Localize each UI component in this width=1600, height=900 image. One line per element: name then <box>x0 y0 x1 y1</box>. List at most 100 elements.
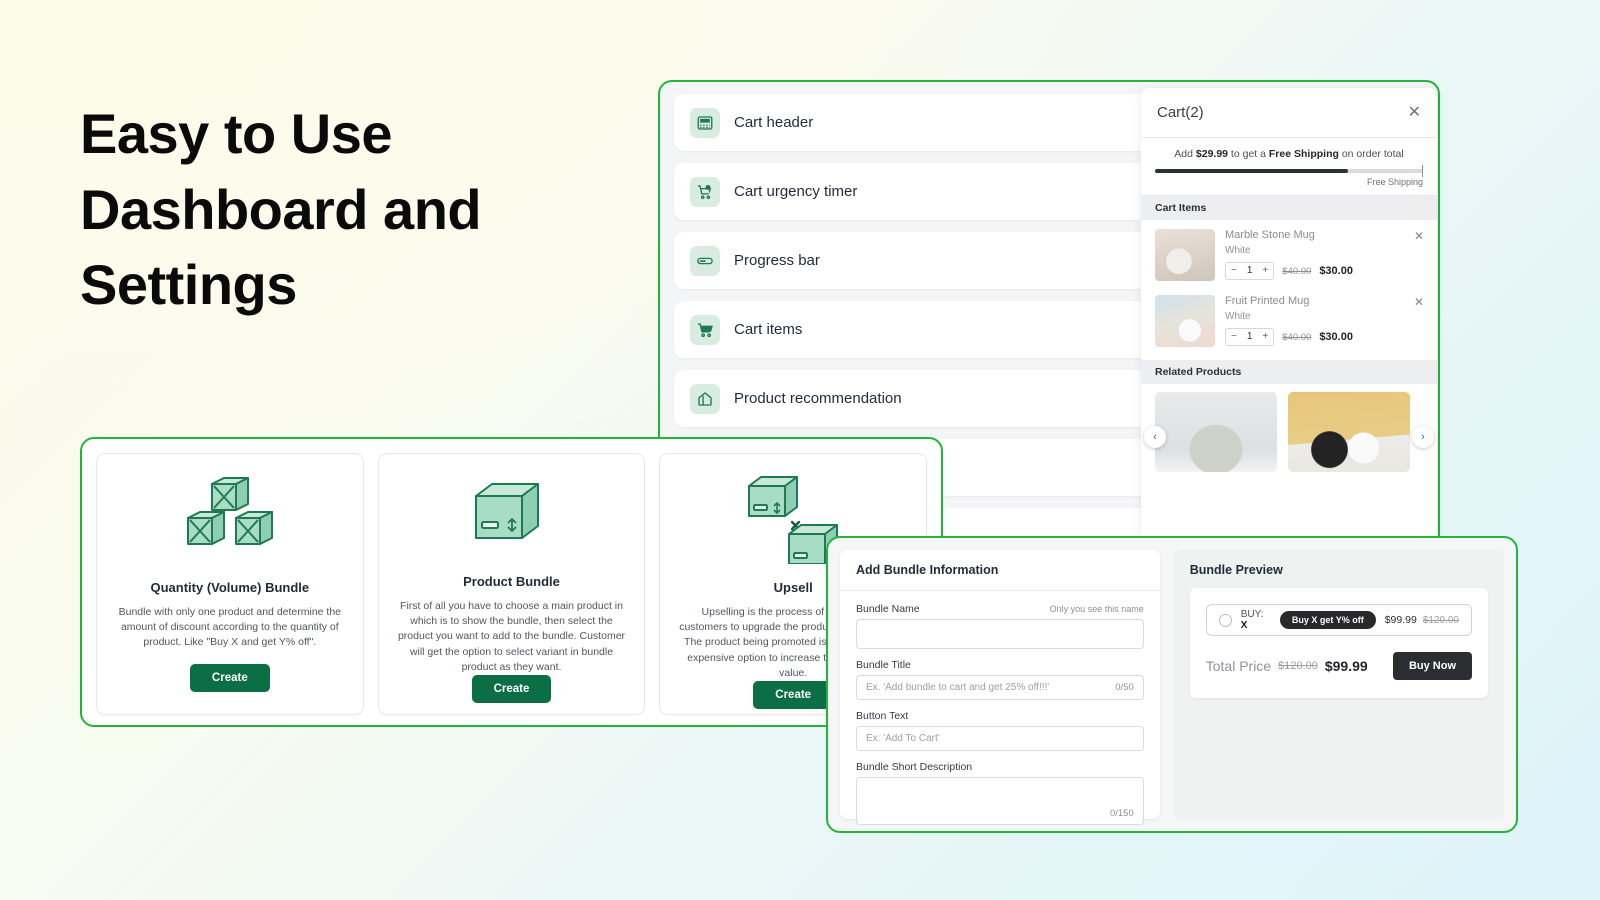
product-name: Fruit Printed Mug <box>1225 295 1310 307</box>
bundle-panel-columns: Add Bundle Information Bundle Name Only … <box>840 550 1504 825</box>
cart-item-body: Fruit Printed Mug White − 1 + $40.00 $30… <box>1225 295 1423 347</box>
bundle-preview-widget: BUY: X Buy X get Y% off $99.99 $120.00 T… <box>1189 588 1488 698</box>
add-bundle-information-card: Add Bundle Information Bundle Name Only … <box>840 550 1160 825</box>
bundle-short-description-textarea[interactable]: 0/150 <box>856 777 1144 825</box>
progress-bar-icon <box>690 245 720 276</box>
cart-items-header: Cart Items <box>1141 196 1437 220</box>
cart-header-icon <box>690 107 720 138</box>
buy-now-button[interactable]: Buy Now <box>1392 652 1472 680</box>
bundle-title-input[interactable]: Ex. 'Add bundle to cart and get 25% off!… <box>856 675 1144 700</box>
price-discounted: $30.00 <box>1319 331 1353 343</box>
carousel-next-icon[interactable]: › <box>1412 426 1434 448</box>
field-label-row: Button Text <box>856 710 1144 722</box>
create-bundle-button[interactable]: Create <box>471 675 552 704</box>
offer-buy-value: X <box>1240 620 1248 631</box>
offer-radio-button[interactable] <box>1218 613 1232 627</box>
product-tag-icon <box>690 383 720 414</box>
field-label-row: Bundle Short Description <box>856 761 1144 773</box>
bundle-type-description: First of all you have to choose a main p… <box>397 600 626 673</box>
offer-price-now: $99.99 <box>1384 614 1417 626</box>
product-thumbnail <box>1155 229 1215 281</box>
field-label: Button Text <box>856 710 909 722</box>
quantity-stepper[interactable]: − 1 + <box>1225 328 1275 346</box>
field-button-text: Button Text Ex. 'Add To Cart' <box>856 710 1144 751</box>
remove-item-icon[interactable]: ✕ <box>1414 230 1424 242</box>
related-products-carousel: ‹ › <box>1141 384 1437 472</box>
shipping-offer: Free Shipping <box>1268 148 1339 160</box>
offer-buy-label: BUY: <box>1240 609 1264 620</box>
increment-button[interactable]: + <box>1257 263 1273 279</box>
bundle-name-input[interactable] <box>856 619 1144 649</box>
related-product-image[interactable] <box>1155 392 1277 472</box>
quantity-row: − 1 + $40.00 $30.00 <box>1225 262 1423 280</box>
quantity-value: 1 <box>1246 265 1253 276</box>
shipping-prefix: Add <box>1174 148 1196 160</box>
bundle-type-card-quantity[interactable]: Quantity (Volume) Bundle Bundle with onl… <box>96 453 364 715</box>
price-original: $40.00 <box>1282 331 1312 343</box>
field-label-row: Bundle Title <box>856 659 1144 671</box>
button-text-input[interactable]: Ex. 'Add To Cart' <box>856 726 1144 751</box>
headline-line-3: Settings <box>80 253 297 317</box>
bundle-preview-card: Bundle Preview BUY: X Buy X get Y% off $… <box>1173 550 1504 819</box>
field-bundle-short-description: Bundle Short Description 0/150 <box>856 761 1144 825</box>
close-icon[interactable]: ✕ <box>1408 104 1421 121</box>
bundle-type-title: Quantity (Volume) Bundle <box>150 580 310 595</box>
offer-discount-badge: Buy X get Y% off <box>1279 611 1376 629</box>
field-bundle-title: Bundle Title Ex. 'Add bundle to cart and… <box>856 659 1144 700</box>
related-products-header: Related Products <box>1141 360 1437 384</box>
headline-line-1: Easy to Use <box>80 102 393 165</box>
bundle-preview-heading: Bundle Preview <box>1189 563 1283 577</box>
offer-price-was: $120.00 <box>1422 615 1459 626</box>
page-headline: Easy to Use Dashboard and Settings <box>80 96 640 323</box>
field-bundle-name: Bundle Name Only you see this name <box>856 603 1144 649</box>
progress-fill <box>1155 169 1348 173</box>
free-shipping-block: Add $29.99 to get a Free Shipping on ord… <box>1141 138 1437 196</box>
create-bundle-button[interactable]: Create <box>753 681 834 710</box>
free-shipping-progress-bar <box>1155 165 1423 177</box>
single-box-illustration <box>466 472 558 558</box>
bundle-type-description: Bundle with only one product and determi… <box>118 606 342 649</box>
total-price-label: Total Price <box>1205 658 1272 674</box>
cart-timer-icon <box>690 176 720 207</box>
shipping-middle: to get a <box>1228 148 1269 160</box>
offer-prices: $99.99 $120.00 <box>1385 614 1459 626</box>
decrement-button[interactable]: − <box>1226 329 1242 345</box>
cart-preview-drawer: Cart(2) ✕ Add $29.99 to get a Free Shipp… <box>1141 88 1437 543</box>
related-product-image[interactable] <box>1288 392 1410 472</box>
offer-buy-text: BUY: X <box>1241 609 1271 631</box>
shipping-amount: $29.99 <box>1195 148 1229 160</box>
cart-item-body: Marble Stone Mug White − 1 + $40.00 $30.… <box>1225 229 1423 281</box>
bundle-type-title: Upsell <box>773 580 813 595</box>
bundle-type-chooser-panel: Quantity (Volume) Bundle Bundle with onl… <box>80 437 943 727</box>
quantity-stepper[interactable]: − 1 + <box>1225 262 1275 280</box>
cart-line-item: Fruit Printed Mug White − 1 + $40.00 $30… <box>1141 286 1437 352</box>
product-name: Marble Stone Mug <box>1225 229 1315 241</box>
bundle-type-card-product[interactable]: Product Bundle First of all you have to … <box>377 453 646 715</box>
product-variant: White <box>1225 245 1251 256</box>
progress-goal-label: Free Shipping <box>1366 177 1423 187</box>
total-price-was: $120.00 <box>1278 660 1318 672</box>
cart-header: Cart(2) ✕ <box>1141 88 1437 138</box>
bundle-type-grid: Quantity (Volume) Bundle Bundle with onl… <box>96 453 928 715</box>
price-discounted: $30.00 <box>1319 265 1353 277</box>
headline-line-2: Dashboard and <box>80 177 482 241</box>
add-bundle-panel: Add Bundle Information Bundle Name Only … <box>826 536 1518 833</box>
increment-button[interactable]: + <box>1257 329 1273 345</box>
input-placeholder: Ex. 'Add bundle to cart and get 25% off!… <box>866 682 1050 693</box>
bundle-total-row: Total Price $120.00 $99.99 Buy Now <box>1206 652 1472 680</box>
character-counter: 0/50 <box>1115 682 1134 693</box>
price-original: $40.00 <box>1282 265 1312 277</box>
remove-item-icon[interactable]: ✕ <box>1414 296 1424 308</box>
free-shipping-message: Add $29.99 to get a Free Shipping on ord… <box>1155 148 1423 160</box>
field-label: Bundle Title <box>856 659 911 671</box>
decrement-button[interactable]: − <box>1226 263 1242 279</box>
product-thumbnail <box>1155 295 1215 347</box>
field-label: Bundle Short Description <box>856 761 973 773</box>
carousel-prev-icon[interactable]: ‹ <box>1144 426 1166 448</box>
quantity-value: 1 <box>1246 331 1253 342</box>
quantity-row: − 1 + $40.00 $30.00 <box>1225 328 1423 346</box>
bundle-offer-row[interactable]: BUY: X Buy X get Y% off $99.99 $120.00 <box>1205 604 1472 636</box>
progress-goal-tick <box>1421 165 1423 177</box>
field-label: Bundle Name <box>856 603 920 615</box>
create-bundle-button[interactable]: Create <box>189 664 270 692</box>
